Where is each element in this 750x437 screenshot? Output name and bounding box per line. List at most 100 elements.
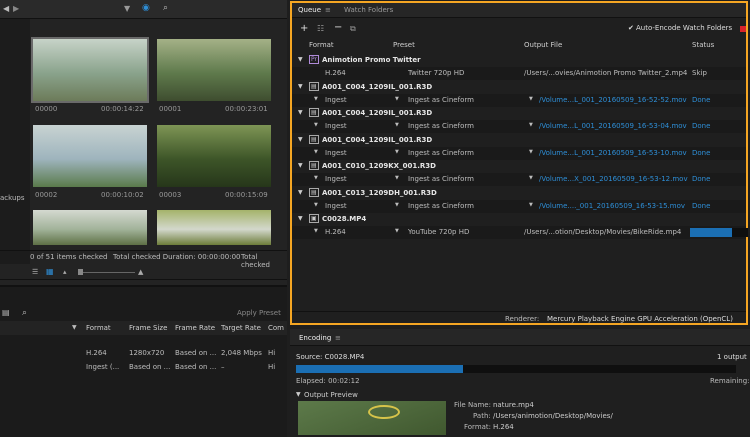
col-format[interactable]: Format xyxy=(86,324,111,332)
preset-dropdown-icon[interactable]: ▼ xyxy=(395,202,399,208)
filter-icon[interactable]: ▼ xyxy=(124,4,130,13)
clip-thumbnail[interactable] xyxy=(31,37,149,103)
format-dropdown-icon[interactable]: ▼ xyxy=(314,149,318,155)
clip-thumbnail[interactable] xyxy=(157,210,271,245)
output-dropdown-icon[interactable]: ▼ xyxy=(529,96,533,102)
output-format[interactable]: Ingest xyxy=(325,96,347,104)
format-dropdown-icon[interactable]: ▼ xyxy=(314,96,318,102)
auto-encode-checkbox[interactable]: ✔ xyxy=(628,24,634,32)
search-icon[interactable]: ⌕ xyxy=(163,3,168,13)
queue-output-row[interactable]: ▼ Ingest ▼ Ingest as Cineform ▼ /Volume...L_0… xyxy=(292,93,746,107)
renderer-select[interactable]: Mercury Playback Engine GPU Acceleration… xyxy=(547,315,733,323)
back-arrow-icon[interactable]: ◀ xyxy=(3,4,9,13)
menu-icon[interactable]: ≡ xyxy=(325,6,331,14)
queue-output-row[interactable]: ▼ Ingest ▼ Ingest as Cineform ▼ /Volume...X_0… xyxy=(292,173,746,186)
apply-preset-button[interactable]: Apply Preset xyxy=(237,309,281,317)
output-preset[interactable]: Ingest as Cineform xyxy=(408,122,474,130)
output-dropdown-icon[interactable]: ▼ xyxy=(529,122,533,128)
duplicate-icon[interactable]: ⧉ xyxy=(350,24,356,34)
queue-item[interactable]: ▼ ▣ C0028.MP4 xyxy=(292,213,746,226)
remove-icon[interactable]: − xyxy=(334,22,342,33)
clip-thumbnail[interactable] xyxy=(157,125,271,187)
format-dropdown-icon[interactable]: ▼ xyxy=(314,175,318,181)
output-preset[interactable]: Ingest as Cineform xyxy=(408,96,474,104)
output-file-link[interactable]: /Volume...L_001_20160509_16-52-52.mov xyxy=(539,96,687,104)
col-output-file[interactable]: Output File xyxy=(524,41,562,49)
col-frame-size[interactable]: Frame Size xyxy=(129,324,167,332)
preset-dropdown-icon[interactable]: ▼ xyxy=(395,122,399,128)
queue-item[interactable]: ▼ ▤ A001_C013_1209DH_001.R3D xyxy=(292,187,746,200)
output-format[interactable]: Ingest xyxy=(325,149,347,157)
tab-encoding[interactable]: Encoding xyxy=(299,334,331,342)
disclosure-icon[interactable]: ▼ xyxy=(298,189,303,196)
queue-output-row[interactable]: ▼ Ingest ▼ Ingest as Cineform ▼ /Volume...._0… xyxy=(292,199,746,213)
output-dropdown-icon[interactable]: ▼ xyxy=(529,149,533,155)
list-view-icon[interactable]: ☰ xyxy=(32,268,38,276)
output-preset[interactable]: Ingest as Cineform xyxy=(408,175,474,183)
output-preset[interactable]: YouTube 720p HD xyxy=(408,228,469,236)
output-dropdown-icon[interactable]: ▼ xyxy=(529,202,533,208)
output-file-link[interactable]: /Volume...L_001_20160509_16-53-04.mov xyxy=(539,122,687,130)
disclosure-icon[interactable]: ▼ xyxy=(298,83,303,90)
table-row[interactable]: H.264 1280x720 Based on ... 2,048 Mbps H… xyxy=(0,349,287,361)
queue-item[interactable]: ▼ ▤ A001_C004_1209IL_001.R3D xyxy=(292,107,746,120)
queue-item[interactable]: ▼ ▤ A001_C010_1209KX_001.R3D xyxy=(292,160,746,173)
output-format[interactable]: Ingest xyxy=(325,202,347,210)
disclosure-icon[interactable]: ▼ xyxy=(298,109,303,116)
view-icon[interactable]: ◉ xyxy=(142,3,150,13)
icon-view-icon[interactable]: ▦ xyxy=(46,267,54,276)
add-icon[interactable]: + xyxy=(300,23,308,34)
preset-dropdown-icon[interactable]: ▼ xyxy=(395,175,399,181)
format-dropdown-icon[interactable]: ▼ xyxy=(314,202,318,208)
zoom-slider[interactable] xyxy=(80,272,135,273)
col-frame-rate[interactable]: Frame Rate xyxy=(175,324,215,332)
clip-thumbnail[interactable] xyxy=(33,210,147,245)
queue-item[interactable]: ▼ Pr Animotion Promo Twitter xyxy=(292,54,746,67)
output-format[interactable]: Ingest xyxy=(325,175,347,183)
format-dropdown-icon[interactable]: ▼ xyxy=(314,122,318,128)
output-file-link[interactable]: /Users/...otion/Desktop/Movies/BikeRide.… xyxy=(524,228,681,236)
col-status[interactable]: Status xyxy=(692,41,714,49)
col-comment[interactable]: Com xyxy=(268,324,284,332)
clip-thumbnail[interactable] xyxy=(33,125,147,187)
output-preset[interactable]: Ingest as Cineform xyxy=(408,202,474,210)
output-file-link[interactable]: /Volume...._001_20160509_16-53-15.mov xyxy=(539,202,685,210)
queue-output-row[interactable]: ▼ H.264 ▼ YouTube 720p HD/Users/...otion/De… xyxy=(292,226,748,239)
clip-thumbnail[interactable] xyxy=(157,39,271,101)
sort-down-icon[interactable]: ▼ xyxy=(72,324,77,331)
disclosure-icon[interactable]: ▼ xyxy=(296,391,301,398)
queue-item[interactable]: ▼ ▤ A001_C004_1209IL_001.R3D xyxy=(292,134,746,147)
queue-output-row[interactable]: H.264 Twitter 720p HD/Users/...ovies/Anim… xyxy=(292,67,746,80)
preset-dropdown-icon[interactable]: ▼ xyxy=(395,149,399,155)
col-format[interactable]: Format xyxy=(309,41,334,49)
stop-button[interactable] xyxy=(740,26,746,32)
disclosure-icon[interactable]: ▼ xyxy=(298,215,303,222)
output-file-link[interactable]: /Volume...L_001_20160509_16-53-10.mov xyxy=(539,149,687,157)
preset-dropdown-icon[interactable]: ▼ xyxy=(395,228,399,234)
preset-search-icon[interactable]: ⌕ xyxy=(22,308,27,318)
output-dropdown-icon[interactable]: ▼ xyxy=(529,175,533,181)
tab-watch-folders[interactable]: Watch Folders xyxy=(344,6,393,14)
disclosure-icon[interactable]: ▼ xyxy=(298,136,303,143)
zoom-in-icon[interactable]: ▲ xyxy=(138,268,143,276)
format-dropdown-icon[interactable]: ▼ xyxy=(314,228,318,234)
output-format[interactable]: H.264 xyxy=(325,228,346,236)
forward-arrow-icon[interactable]: ▶ xyxy=(13,4,19,13)
queue-item[interactable]: ▼ ▤ A001_C004_1209IL_001.R3D xyxy=(292,81,746,94)
output-format[interactable]: Ingest xyxy=(325,122,347,130)
sort-icon[interactable]: ▴ xyxy=(63,268,67,276)
preset-folder-icon[interactable]: ▤ xyxy=(2,308,10,317)
zoom-slider-handle[interactable] xyxy=(78,269,83,275)
disclosure-icon[interactable]: ▼ xyxy=(298,162,303,169)
output-preview-label[interactable]: Output Preview xyxy=(304,391,358,399)
menu-icon[interactable]: ≡ xyxy=(335,334,341,342)
tab-queue[interactable]: Queue xyxy=(298,6,321,14)
output-format[interactable]: H.264 xyxy=(325,69,346,77)
queue-output-row[interactable]: ▼ Ingest ▼ Ingest as Cineform ▼ /Volume...L_0… xyxy=(292,146,746,160)
output-preset[interactable]: Twitter 720p HD xyxy=(408,69,464,77)
col-target-rate[interactable]: Target Rate xyxy=(221,324,261,332)
settings-icon[interactable]: ☷ xyxy=(317,24,324,33)
preset-dropdown-icon[interactable]: ▼ xyxy=(395,96,399,102)
queue-output-row[interactable]: ▼ Ingest ▼ Ingest as Cineform ▼ /Volume...L_0… xyxy=(292,120,746,133)
output-preset[interactable]: Ingest as Cineform xyxy=(408,149,474,157)
